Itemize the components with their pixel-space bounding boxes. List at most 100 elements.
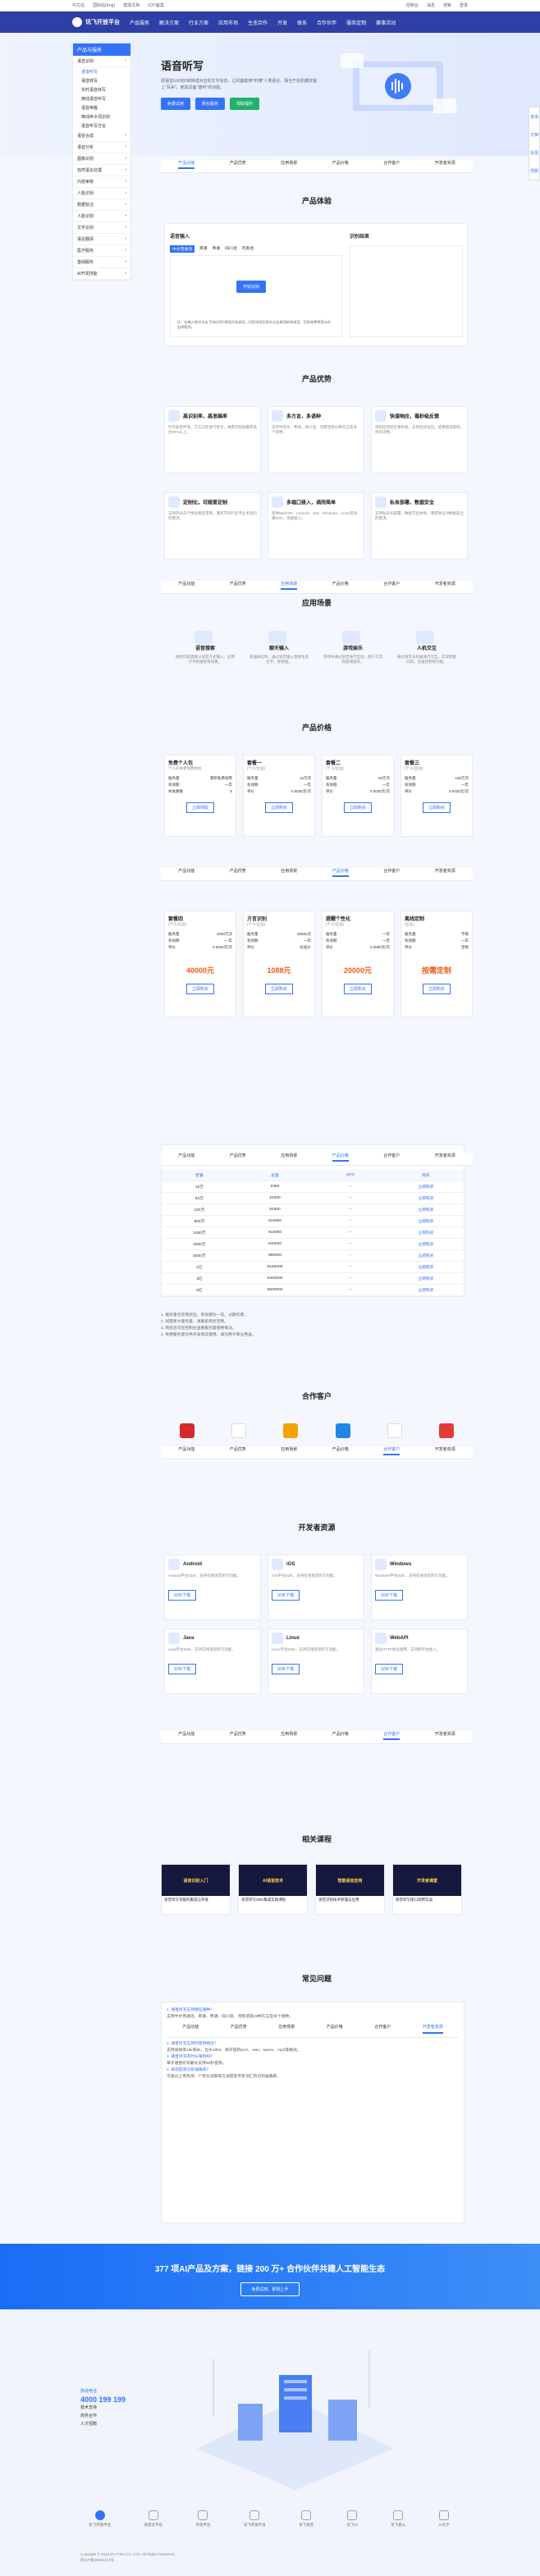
claim-gift-button[interactable]: 领取福利 bbox=[230, 98, 260, 110]
feedback-button[interactable]: 反馈 bbox=[530, 150, 538, 156]
consult-button[interactable]: 咨询 bbox=[530, 114, 538, 120]
tab-dev-resources[interactable]: 开发者资源 bbox=[435, 1153, 455, 1162]
tab-features[interactable]: 产品功能 bbox=[182, 2024, 199, 2034]
sdk-download-button[interactable]: SDK下载 bbox=[375, 1590, 404, 1601]
faq-question[interactable]: 4. 如何提高识别准确率？ bbox=[167, 2067, 459, 2074]
tab-pricing[interactable]: 产品价格 bbox=[327, 2024, 343, 2034]
buy-button[interactable]: 立即购买 bbox=[264, 984, 293, 994]
sidebar-subitem[interactable]: 离线语音听写 bbox=[73, 94, 130, 103]
faq-question[interactable]: 3. 语音听写有时长限制吗？ bbox=[167, 2054, 459, 2061]
footer-link[interactable]: 人才招聘 bbox=[80, 2420, 126, 2428]
footer-brand[interactable]: 讯飞开放平台 bbox=[89, 2510, 111, 2528]
lang-option[interactable]: 中文普通话 bbox=[170, 245, 194, 253]
buy-button[interactable]: 立即购买 bbox=[422, 984, 451, 994]
tab-scenarios[interactable]: 应用场景 bbox=[281, 581, 298, 590]
search-link[interactable]: 搜索 bbox=[443, 2, 451, 8]
sidebar-item[interactable]: AI开发技能 › bbox=[73, 268, 130, 280]
tab-pricing[interactable]: 产品价格 bbox=[332, 868, 349, 877]
sidebar-item[interactable]: 语音识别 › bbox=[73, 56, 130, 67]
tab-pricing[interactable]: 产品价格 bbox=[332, 1153, 349, 1162]
back-to-top-button[interactable]: 顶部 bbox=[530, 168, 538, 174]
footer-item[interactable]: 讯飞星火 bbox=[391, 2510, 405, 2528]
start-recognition-button[interactable]: 开始识别 bbox=[236, 281, 267, 293]
footer-item[interactable]: 语音云平台 bbox=[144, 2510, 162, 2528]
tab-dev-resources[interactable]: 开发者资源 bbox=[422, 2024, 443, 2034]
tab-clients[interactable]: 合作客户 bbox=[383, 868, 400, 877]
sidebar-subitem[interactable]: 语音听写 bbox=[73, 67, 130, 76]
tab-scenarios[interactable]: 应用场景 bbox=[281, 1446, 297, 1455]
course-card[interactable]: AI语音技术 语音听写SDK集成实践课程 bbox=[238, 1864, 308, 1915]
table-buy-link[interactable]: 立即购买 bbox=[388, 1207, 464, 1213]
buy-service-button[interactable]: 购买服务 bbox=[195, 98, 226, 110]
sidebar-subitem[interactable]: 语音听写方言 bbox=[73, 121, 130, 130]
table-buy-link[interactable]: 立即购买 bbox=[388, 1287, 464, 1293]
tab-features[interactable]: 产品功能 bbox=[178, 581, 194, 590]
footer-item[interactable]: 讯飞AI bbox=[346, 2510, 358, 2528]
tab-clients[interactable]: 合作客户 bbox=[383, 1731, 400, 1740]
sdk-download-button[interactable]: SDK下载 bbox=[168, 1590, 197, 1601]
sidebar-item[interactable]: 语音合成 › bbox=[73, 130, 130, 142]
tab-pricing[interactable]: 产品价格 bbox=[332, 1446, 349, 1455]
nav-item[interactable]: 行业方案 bbox=[189, 19, 208, 26]
nav-item[interactable]: 服务定制 bbox=[346, 19, 366, 26]
tab-pricing[interactable]: 产品价格 bbox=[332, 581, 349, 590]
faq-question[interactable]: 2. 语音听写支持的音频格式？ bbox=[167, 2041, 459, 2048]
sidebar-item[interactable]: 图像识别 › bbox=[73, 153, 130, 165]
topbar-link[interactable]: 帮助文档 bbox=[123, 2, 140, 8]
nav-item[interactable]: 产品服务 bbox=[130, 19, 149, 26]
tab-scenarios[interactable]: 应用场景 bbox=[281, 160, 297, 169]
tab-pricing[interactable]: 产品价格 bbox=[332, 1731, 349, 1740]
message-link[interactable]: 消息 bbox=[427, 2, 435, 8]
sidebar-subitem[interactable]: 实时语音转写 bbox=[73, 85, 130, 94]
buy-button[interactable]: 立即购买 bbox=[343, 984, 372, 994]
tab-scenarios[interactable]: 应用场景 bbox=[281, 868, 297, 877]
sdk-download-button[interactable]: SDK下载 bbox=[272, 1590, 300, 1601]
sidebar-item[interactable]: 数据标注 › bbox=[73, 199, 130, 211]
region-selector[interactable]: 中文站 bbox=[72, 2, 85, 8]
nav-item[interactable]: 应用市场 bbox=[218, 19, 238, 26]
tab-scenarios[interactable]: 应用场景 bbox=[281, 1731, 297, 1740]
tab-features[interactable]: 产品功能 bbox=[178, 1446, 194, 1455]
sidebar-item[interactable]: 医疗服务 › bbox=[73, 245, 130, 257]
tab-advantages[interactable]: 产品优势 bbox=[230, 581, 246, 590]
table-buy-link[interactable]: 立即购买 bbox=[388, 1195, 464, 1201]
lang-option[interactable]: 河南话 bbox=[242, 245, 254, 253]
buy-button[interactable]: 立即购买 bbox=[264, 802, 293, 813]
sidebar-item[interactable]: 人脸识别 › bbox=[73, 211, 130, 222]
tab-advantages[interactable]: 产品优势 bbox=[230, 1153, 246, 1162]
tab-advantages[interactable]: 产品优势 bbox=[230, 1731, 246, 1740]
tab-features[interactable]: 产品功能 bbox=[178, 868, 194, 877]
docs-button[interactable]: 文档 bbox=[530, 132, 538, 138]
nav-item[interactable]: 生态合作 bbox=[248, 19, 268, 26]
tab-features[interactable]: 产品功能 bbox=[178, 1731, 194, 1740]
sdk-download-button[interactable]: SDK下载 bbox=[168, 1664, 197, 1674]
table-buy-link[interactable]: 立即购买 bbox=[388, 1253, 464, 1258]
sdk-download-button[interactable]: SDK下载 bbox=[375, 1664, 404, 1674]
buy-button[interactable]: 立即购买 bbox=[422, 802, 451, 813]
tab-clients[interactable]: 合作客户 bbox=[383, 1446, 400, 1455]
footer-item[interactable]: 开放平台 bbox=[195, 2510, 210, 2528]
table-buy-link[interactable]: 立即购买 bbox=[388, 1184, 464, 1190]
tab-advantages[interactable]: 产品优势 bbox=[231, 2024, 247, 2034]
course-card[interactable]: 语音识别入门 语音听写功能的集成与开发 bbox=[161, 1864, 231, 1915]
sidebar-item[interactable]: 语音分析 › bbox=[73, 142, 130, 153]
course-card[interactable]: 智能语音应用 语音识别技术原理与应用 bbox=[315, 1864, 385, 1915]
tab-advantages[interactable]: 产品优势 bbox=[230, 1446, 246, 1455]
nav-item[interactable]: 开发 bbox=[277, 19, 287, 26]
buy-button[interactable]: 立即购买 bbox=[343, 802, 372, 813]
footer-item[interactable]: AI大学 bbox=[438, 2510, 450, 2528]
tab-pricing[interactable]: 产品价格 bbox=[332, 160, 349, 169]
lang-option[interactable]: 四川话 bbox=[225, 245, 236, 253]
tab-clients[interactable]: 合作客户 bbox=[374, 2024, 391, 2034]
sidebar-subitem[interactable]: 语音唤醒 bbox=[73, 103, 130, 112]
nav-item[interactable]: 合作伙伴 bbox=[317, 19, 336, 26]
table-buy-link[interactable]: 立即购买 bbox=[388, 1276, 464, 1281]
tab-clients[interactable]: 合作客户 bbox=[383, 1153, 400, 1162]
table-buy-link[interactable]: 立即购买 bbox=[388, 1241, 464, 1247]
nav-item[interactable]: 联系 bbox=[297, 19, 307, 26]
tab-clients[interactable]: 合作客户 bbox=[383, 581, 400, 590]
sidebar-item[interactable]: 自然语言处理 › bbox=[73, 165, 130, 176]
footer-item[interactable]: 讯飞语音 bbox=[299, 2510, 313, 2528]
sidebar-item[interactable]: 内容审核 › bbox=[73, 176, 130, 188]
table-buy-link[interactable]: 立即购买 bbox=[388, 1218, 464, 1224]
